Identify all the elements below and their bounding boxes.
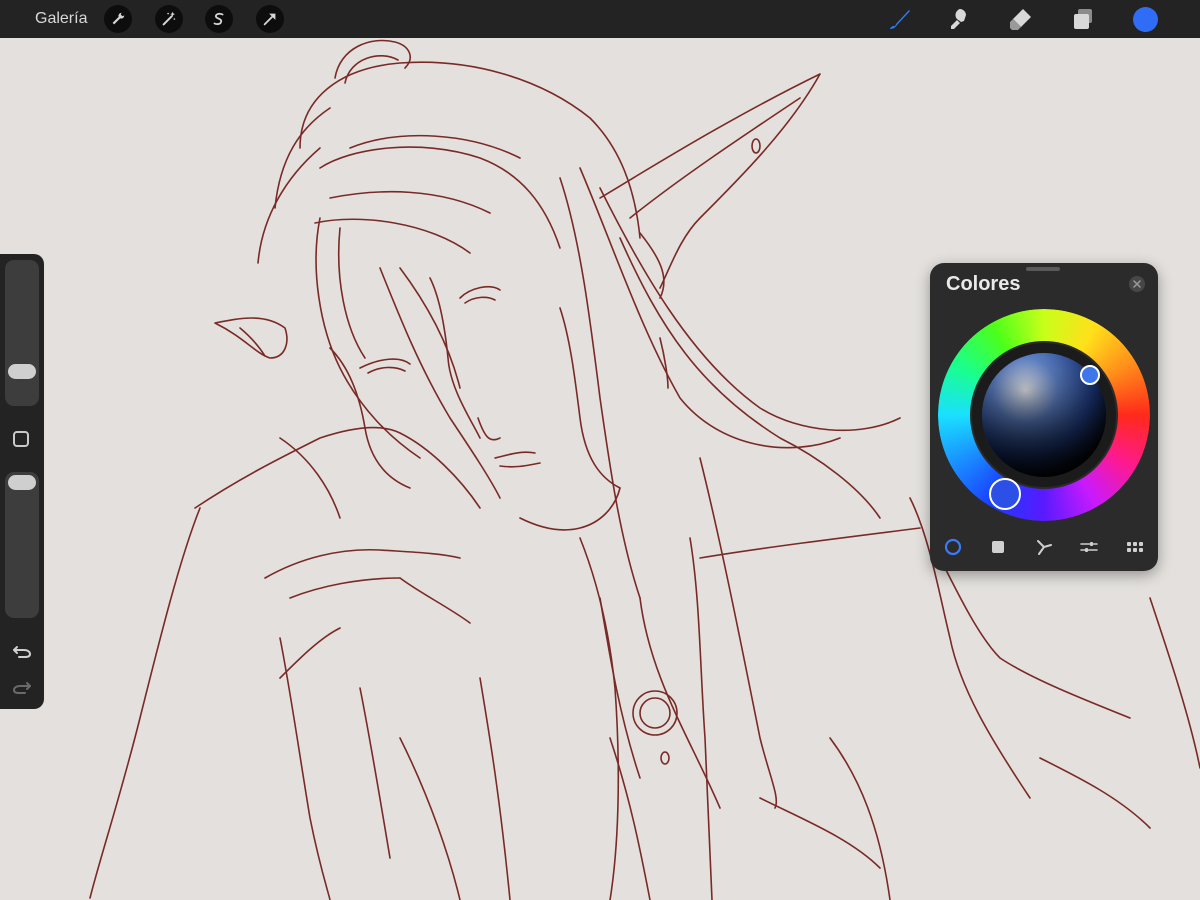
grid-icon <box>1127 542 1143 552</box>
redo-icon[interactable] <box>11 675 33 697</box>
smudge-tool-button[interactable] <box>945 4 975 34</box>
hue-picker[interactable] <box>989 478 1021 510</box>
panel-close-button[interactable] <box>1129 276 1145 292</box>
tab-values[interactable] <box>1077 535 1101 559</box>
panel-title: Colores <box>946 273 1021 295</box>
sliders-icon <box>1080 542 1098 552</box>
magic-wand-icon <box>162 11 176 26</box>
left-sidebar <box>0 254 44 709</box>
selection-button[interactable] <box>205 5 233 33</box>
opacity-thumb[interactable] <box>8 475 36 490</box>
brush-size-slider[interactable] <box>5 260 39 406</box>
transform-arrow-icon <box>263 13 276 26</box>
color-panel: Colores <box>930 263 1158 571</box>
color-swatch-button[interactable] <box>1133 7 1158 32</box>
eraser-icon <box>1010 9 1031 30</box>
color-mode-tabs <box>930 535 1158 559</box>
tab-disc[interactable] <box>941 535 965 559</box>
color-disc[interactable] <box>938 309 1150 521</box>
disc-icon <box>944 538 962 556</box>
layers-button[interactable] <box>1068 4 1098 34</box>
tab-palettes[interactable] <box>1123 535 1147 559</box>
brush-icon <box>890 10 910 29</box>
smudge-icon <box>951 9 966 29</box>
square-icon <box>992 541 1004 553</box>
brush-tool-button[interactable] <box>885 4 915 34</box>
layers-icon <box>1074 9 1092 29</box>
panel-drag-handle[interactable] <box>1026 267 1060 271</box>
saturation-picker[interactable] <box>1080 365 1100 385</box>
close-icon <box>1133 280 1141 288</box>
tab-classic[interactable] <box>986 535 1010 559</box>
top-toolbar: Galería <box>0 0 1200 38</box>
gallery-button[interactable]: Galería <box>35 10 87 28</box>
opacity-slider[interactable] <box>5 472 39 618</box>
wrench-icon <box>112 12 125 25</box>
adjustments-button[interactable] <box>155 5 183 33</box>
eraser-tool-button[interactable] <box>1006 4 1036 34</box>
transform-button[interactable] <box>256 5 284 33</box>
harmony-icon <box>1037 540 1052 555</box>
actions-button[interactable] <box>104 5 132 33</box>
brush-size-thumb[interactable] <box>8 364 36 379</box>
modify-button[interactable] <box>13 431 29 447</box>
undo-icon[interactable] <box>11 639 33 661</box>
tab-harmony[interactable] <box>1032 535 1056 559</box>
selection-icon <box>213 12 224 25</box>
